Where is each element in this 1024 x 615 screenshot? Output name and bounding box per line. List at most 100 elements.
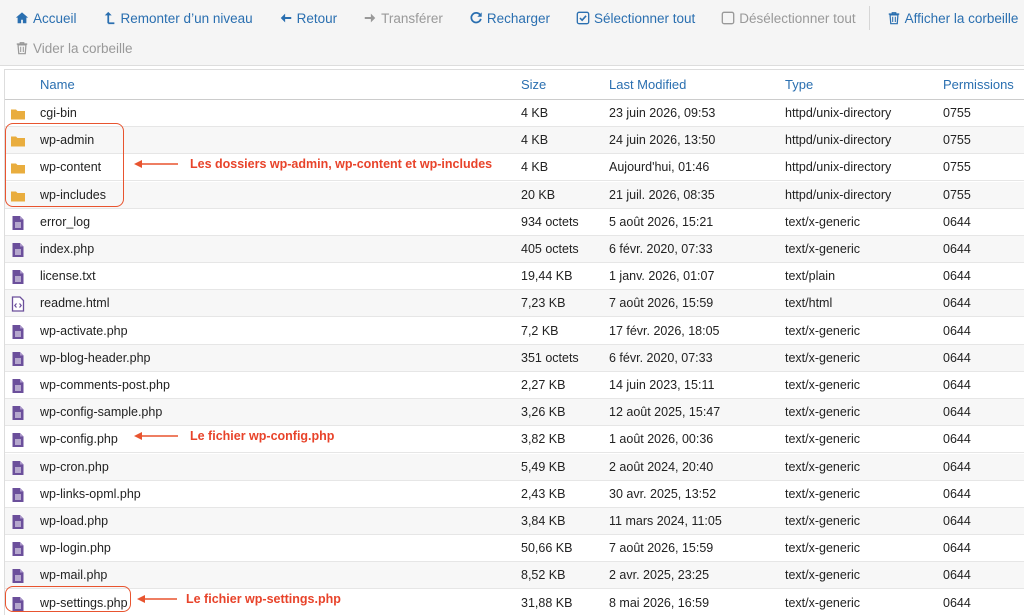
show-trash-button[interactable]: Afficher la corbeille [872, 3, 1024, 33]
file-icon [10, 514, 26, 530]
file-type: text/x-generic [785, 568, 861, 583]
file-name: license.txt [40, 269, 96, 284]
table-row[interactable]: wp-blog-header.php 351 octets 6 févr. 2020… [5, 344, 1024, 372]
trash-icon [15, 41, 29, 55]
up-label: Remonter d’un niveau [120, 10, 253, 26]
table-header: Name Size Last Modified Type Permissions [5, 70, 1024, 100]
select-all-button[interactable]: Sélectionner tout [561, 3, 706, 33]
table-row[interactable]: wp-activate.php 7,2 KB 17 févr. 2026, 18:0… [5, 318, 1024, 345]
file-last-modified: Aujourd'hui, 01:46 [609, 160, 710, 175]
file-name: index.php [40, 242, 95, 256]
file-name: error_log [40, 214, 91, 229]
file-name: cgi-bin [40, 106, 77, 120]
toolbar-separator [868, 6, 870, 30]
file-size: 934 octets [521, 214, 579, 229]
folder-icon [10, 160, 26, 176]
folder-icon [10, 133, 26, 149]
file-name: wp-activate.php [40, 323, 128, 338]
forward-label: Transférer [381, 10, 443, 26]
file-icon [10, 596, 26, 612]
reload-label: Recharger [486, 10, 550, 26]
table-row[interactable]: wp-login.php 50,66 KB 7 août 2026, 15:59 te… [5, 535, 1024, 563]
column-header-name[interactable]: Name [40, 70, 75, 100]
folder-icon [10, 188, 26, 204]
back-button[interactable]: Retour [264, 3, 349, 33]
table-row[interactable]: index.php 405 octets 6 févr. 2020, 07:33 te… [5, 236, 1024, 263]
file-permissions: 0644 [943, 459, 971, 474]
reload-button[interactable]: Recharger [454, 3, 561, 33]
table-row[interactable]: cgi-bin 4 KB 23 juin 2026, 09:53 httpd/unix… [5, 100, 1024, 127]
file-size: 8,52 KB [521, 568, 566, 583]
folders-annotation-label: Les dossiers wp-admin, wp-content et wp-… [190, 157, 493, 171]
file-last-modified: 6 févr. 2020, 07:33 [609, 242, 713, 256]
table-row[interactable]: wp-comments-post.php 2,27 KB 14 juin 2023,… [5, 372, 1024, 399]
arrow-right-icon [363, 11, 377, 25]
table-row[interactable]: wp-mail.php 8,52 KB 2 avr. 2025, 23:25 text… [5, 562, 1024, 590]
file-icon [10, 242, 26, 258]
table-row[interactable]: wp-links-opml.php 2,43 KB 30 avr. 2025, 13… [5, 481, 1024, 508]
file-type: httpd/unix-directory [785, 133, 892, 148]
file-size: 351 octets [521, 350, 579, 365]
column-header-size[interactable]: Size [521, 70, 546, 100]
file-last-modified: 17 févr. 2026, 18:05 [609, 323, 720, 338]
file-name: wp-config.php [40, 432, 118, 447]
file-table: Name Size Last Modified Type Permissions… [4, 69, 1024, 615]
file-type: text/x-generic [785, 214, 861, 229]
table-row[interactable]: wp-load.php 3,84 KB 11 mars 2024, 11:05 tex… [5, 508, 1024, 535]
table-row[interactable]: wp-cron.php 5,49 KB 2 août 2024, 20:40 text… [5, 453, 1024, 481]
file-size: 19,44 KB [521, 269, 573, 284]
file-name: wp-mail.php [40, 568, 108, 583]
column-header-last-modified[interactable]: Last Modified [609, 70, 686, 100]
table-row[interactable]: wp-includes 20 KB 21 juil. 2026, 08:35 http… [5, 181, 1024, 209]
file-icon [10, 432, 26, 448]
file-permissions: 0644 [943, 242, 971, 256]
file-size: 3,26 KB [521, 405, 566, 420]
file-permissions: 0644 [943, 350, 971, 365]
file-type: text/x-generic [785, 514, 861, 528]
file-last-modified: 8 mai 2026, 16:59 [609, 595, 710, 610]
file-size: 7,2 KB [521, 323, 559, 338]
forward-button[interactable]: Transférer [348, 3, 454, 33]
file-permissions: 0644 [943, 568, 971, 583]
file-type: text/x-generic [785, 459, 861, 474]
home-label: Accueil [33, 10, 77, 26]
file-permissions: 0755 [943, 106, 971, 120]
file-type: text/x-generic [785, 541, 861, 556]
file-type: httpd/unix-directory [785, 160, 892, 175]
file-name: wp-settings.php [40, 595, 128, 610]
reload-icon [469, 11, 483, 25]
table-row[interactable]: license.txt 19,44 KB 1 janv. 2026, 01:07 te… [5, 263, 1024, 291]
deselect-all-label: Désélectionner tout [739, 10, 856, 26]
deselect-all-button[interactable]: Désélectionner tout [706, 3, 866, 33]
table-row[interactable]: wp-config-sample.php 3,26 KB 12 août 2025,… [5, 399, 1024, 427]
file-name: wp-cron.php [40, 459, 109, 474]
file-type: text/plain [785, 269, 836, 284]
empty-trash-button[interactable]: Vider la corbeille [0, 33, 144, 63]
up-button[interactable]: Remonter d’un niveau [88, 3, 264, 33]
home-icon [15, 11, 29, 25]
html-file-icon [10, 296, 26, 313]
toolbar-row-primary: Accueil Remonter d’un niveau Retour Transfé… [0, 3, 1024, 33]
select-all-label: Sélectionner tout [593, 10, 696, 26]
table-row[interactable]: wp-admin 4 KB 24 juin 2026, 13:50 httpd/uni… [5, 127, 1024, 155]
file-last-modified: 2 août 2024, 20:40 [609, 459, 714, 474]
file-icon [10, 378, 26, 394]
file-permissions: 0755 [943, 160, 971, 175]
file-last-modified: 7 août 2026, 15:59 [609, 296, 714, 311]
column-header-type[interactable]: Type [785, 70, 813, 100]
file-size: 5,49 KB [521, 459, 566, 474]
table-row[interactable]: readme.html 7,23 KB 7 août 2026, 15:59 text… [5, 290, 1024, 318]
file-size: 405 octets [521, 242, 579, 256]
file-type: httpd/unix-directory [785, 187, 892, 202]
file-permissions: 0644 [943, 405, 971, 420]
table-row[interactable]: error_log 934 octets 5 août 2026, 15:21 tex… [5, 209, 1024, 236]
file-name: wp-login.php [40, 541, 111, 556]
column-header-permissions[interactable]: Permissions [943, 70, 1014, 100]
config-annotation-label: Le fichier wp-config.php [190, 429, 335, 443]
file-last-modified: 14 juin 2023, 15:11 [609, 378, 715, 392]
home-button[interactable]: Accueil [0, 3, 88, 33]
file-last-modified: 7 août 2026, 15:59 [609, 541, 714, 556]
file-icon [10, 487, 26, 503]
file-last-modified: 21 juil. 2026, 08:35 [609, 187, 715, 202]
file-type: text/x-generic [785, 432, 861, 447]
